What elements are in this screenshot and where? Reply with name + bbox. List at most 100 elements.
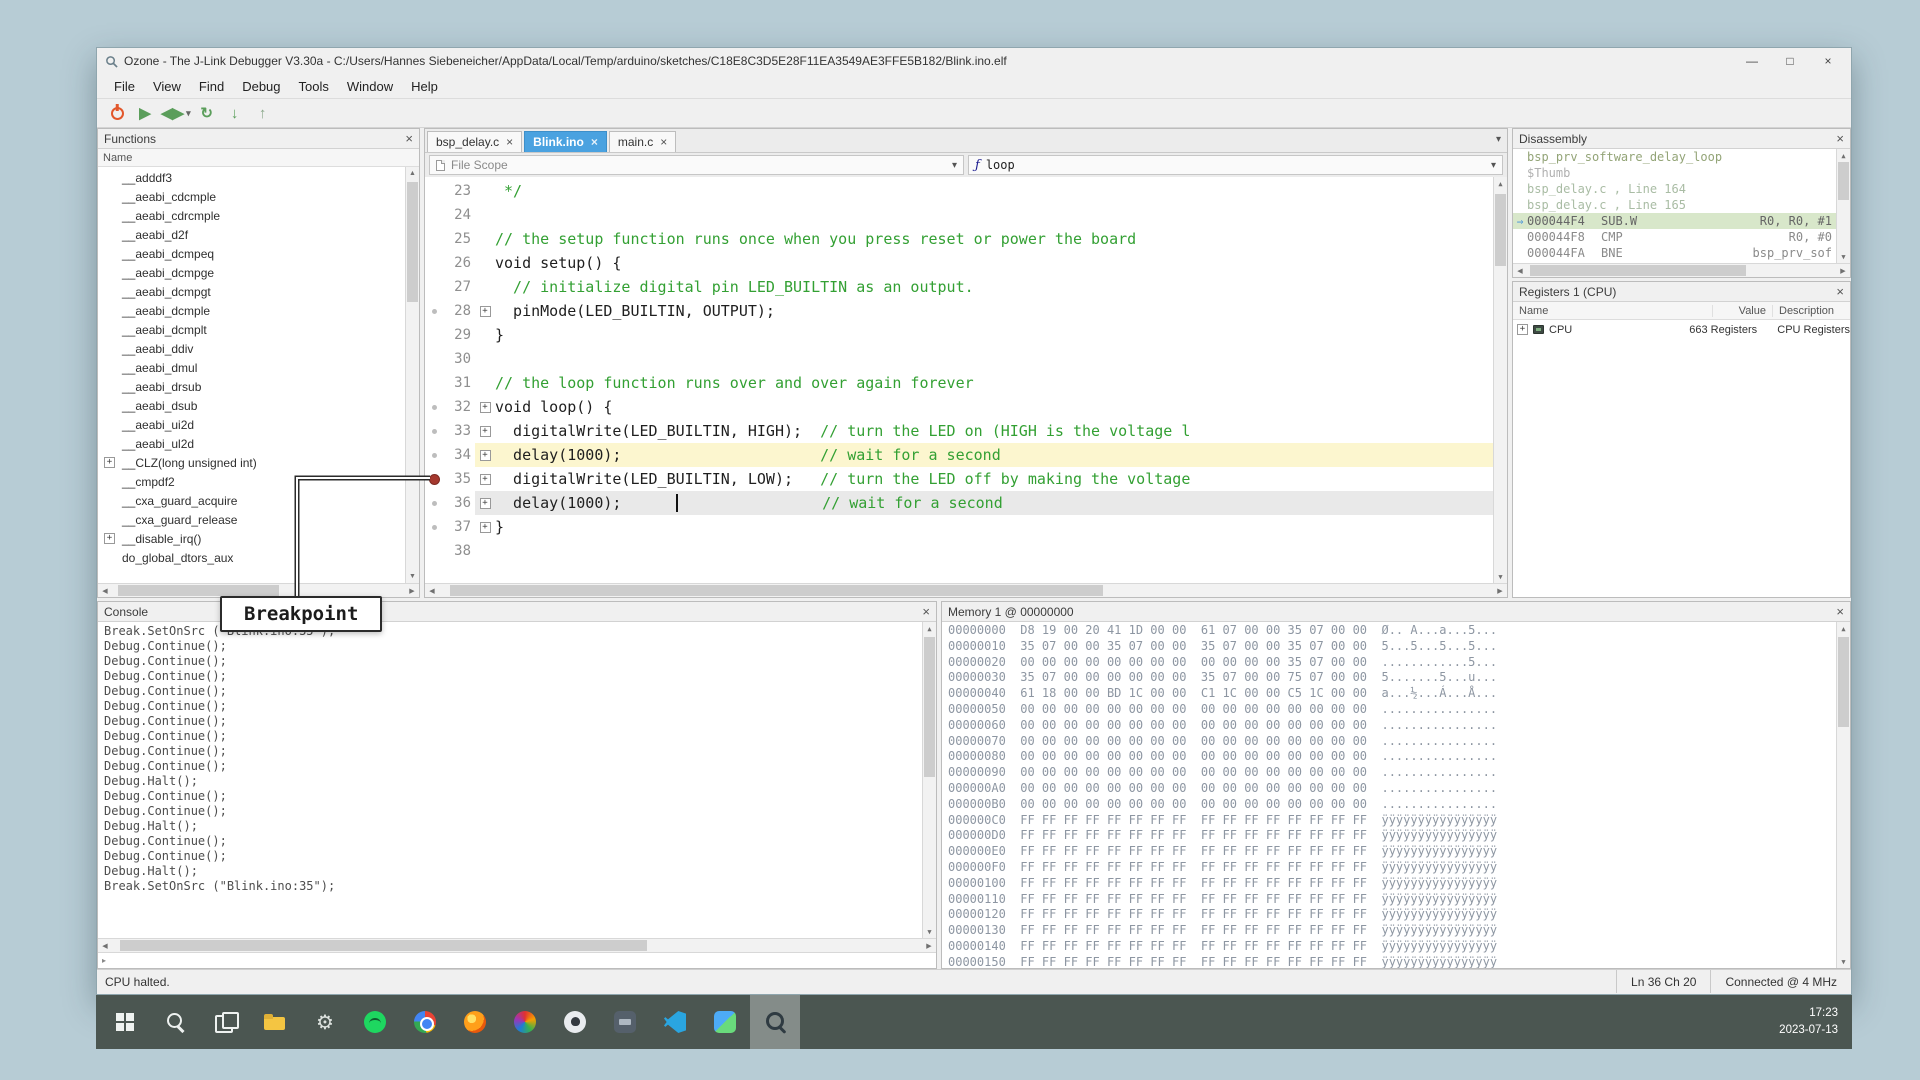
code-editor[interactable]: 23 */2425// the setup function runs once… [425, 177, 1507, 583]
functions-hscrollbar[interactable]: ◀▶ [98, 583, 419, 597]
code-line-38[interactable]: 38 [425, 539, 1507, 563]
scrollbar-thumb[interactable] [120, 940, 647, 951]
menu-debug[interactable]: Debug [233, 74, 289, 98]
github-icon[interactable] [550, 995, 600, 1049]
code-line-28[interactable]: 28+ pinMode(LED_BUILTIN, OUTPUT); [425, 299, 1507, 323]
code-line-35[interactable]: 35+ digitalWrite(LED_BUILTIN, LOW); // t… [425, 467, 1507, 491]
task-view-button[interactable] [200, 995, 250, 1049]
code-line-37[interactable]: 37+} [425, 515, 1507, 539]
firefox-icon[interactable] [450, 995, 500, 1049]
vertical-scrollbar[interactable]: ▲▼ [1836, 149, 1850, 263]
scroll-left-icon[interactable]: ◀ [98, 939, 112, 952]
start-button[interactable] [100, 995, 150, 1049]
minimize-button[interactable]: — [1733, 50, 1771, 72]
scroll-down-icon[interactable]: ▼ [406, 570, 419, 583]
registers-column-value[interactable]: Value [1713, 305, 1773, 317]
vertical-scrollbar[interactable]: ▲▼ [922, 622, 936, 938]
function-list-item[interactable]: __aeabi_cdcmple [98, 187, 419, 206]
tab-close-icon[interactable]: × [660, 136, 667, 148]
tab-blink-ino[interactable]: Blink.ino× [524, 131, 607, 152]
function-list-item[interactable]: __aeabi_d2f [98, 225, 419, 244]
menu-tools[interactable]: Tools [290, 74, 338, 98]
tab-close-icon[interactable]: × [591, 136, 598, 148]
console-hscrollbar[interactable]: ◀▶ [98, 938, 936, 952]
code-line-34[interactable]: 34+ delay(1000); // wait for a second [425, 443, 1507, 467]
close-button[interactable]: × [1809, 50, 1847, 72]
scroll-right-icon[interactable]: ▶ [405, 584, 419, 597]
registers-column-name[interactable]: Name [1513, 305, 1713, 317]
expand-icon[interactable]: + [1517, 324, 1528, 335]
scrollbar-thumb[interactable] [450, 585, 1103, 596]
function-list-item[interactable]: __cxa_guard_acquire [98, 491, 419, 510]
function-list-item[interactable]: __aeabi_ul2d [98, 434, 419, 453]
code-line-32[interactable]: 32+void loop() { [425, 395, 1507, 419]
scroll-down-icon[interactable]: ▼ [1837, 955, 1850, 968]
function-list-item[interactable]: __cxa_guard_release [98, 510, 419, 529]
close-icon[interactable]: × [1836, 605, 1844, 618]
scroll-right-icon[interactable]: ▶ [922, 939, 936, 952]
vertical-scrollbar[interactable]: ▲▼ [405, 167, 419, 583]
scroll-up-icon[interactable]: ▲ [1837, 622, 1850, 635]
tab-list-dropdown-icon[interactable]: ▾ [1496, 134, 1501, 145]
functions-name-column-header[interactable]: Name [98, 149, 419, 167]
function-list-item[interactable]: __aeabi_ui2d [98, 415, 419, 434]
scrollbar-thumb[interactable] [924, 637, 935, 777]
chrome-icon[interactable] [400, 995, 450, 1049]
close-icon[interactable]: × [1836, 285, 1844, 298]
code-line-25[interactable]: 25// the setup function runs once when y… [425, 227, 1507, 251]
function-list-item[interactable]: __aeabi_dmul [98, 358, 419, 377]
scroll-down-icon[interactable]: ▼ [1837, 250, 1850, 263]
spotify-icon[interactable] [350, 995, 400, 1049]
menu-file[interactable]: File [105, 74, 144, 98]
scrollbar-thumb[interactable] [1838, 162, 1849, 200]
expand-icon[interactable]: + [104, 457, 115, 468]
editor-hscrollbar[interactable]: ◀▶ [425, 583, 1507, 597]
scroll-up-icon[interactable]: ▲ [1494, 177, 1507, 190]
expand-icon[interactable]: + [104, 533, 115, 544]
code-fold-icon[interactable]: + [480, 522, 491, 533]
download-button[interactable]: ↓ [223, 101, 247, 125]
scroll-up-icon[interactable]: ▲ [406, 167, 419, 180]
function-list-item[interactable]: __aeabi_cdrcmple [98, 206, 419, 225]
disassembly-hscrollbar[interactable]: ◀▶ [1513, 263, 1850, 277]
code-line-29[interactable]: 29} [425, 323, 1507, 347]
function-list-item[interactable]: __cmpdf2 [98, 472, 419, 491]
scrollbar-thumb[interactable] [1495, 194, 1506, 266]
vertical-scrollbar[interactable]: ▲▼ [1836, 622, 1850, 968]
taskbar-clock[interactable]: 17:23 2023-07-13 [1779, 995, 1838, 1049]
menu-find[interactable]: Find [190, 74, 233, 98]
scrollbar-thumb[interactable] [1838, 637, 1849, 727]
scroll-left-icon[interactable]: ◀ [98, 584, 112, 597]
code-fold-icon[interactable]: + [480, 450, 491, 461]
file-scope-dropdown[interactable]: File Scope ▾ [429, 155, 964, 175]
scroll-down-icon[interactable]: ▼ [923, 925, 936, 938]
function-list-item[interactable]: __aeabi_dcmpge [98, 263, 419, 282]
function-list-item[interactable]: __aeabi_dsub [98, 396, 419, 415]
scrollbar-thumb[interactable] [1530, 265, 1746, 276]
resume-button[interactable]: ▶ [133, 101, 157, 125]
magnifier-icon[interactable] [750, 995, 800, 1049]
scroll-up-icon[interactable]: ▲ [923, 622, 936, 635]
scroll-right-icon[interactable]: ▶ [1493, 584, 1507, 597]
register-row-cpu[interactable]: + CPU 663 Registers CPU Registers [1513, 320, 1850, 339]
disassembly-row[interactable]: 000044FABNEbsp_prv_sof [1513, 245, 1836, 261]
function-list-item[interactable]: do_global_dtors_aux [98, 548, 419, 567]
scroll-down-icon[interactable]: ▼ [1494, 570, 1507, 583]
function-list-item[interactable]: __aeabi_drsub [98, 377, 419, 396]
function-list-item[interactable]: __aeabi_ddiv [98, 339, 419, 358]
scrollbar-thumb[interactable] [407, 182, 418, 302]
reset-button[interactable]: ↻ [195, 101, 219, 125]
photos-icon[interactable] [700, 995, 750, 1049]
code-line-27[interactable]: 27 // initialize digital pin LED_BUILTIN… [425, 275, 1507, 299]
code-fold-icon[interactable]: + [480, 474, 491, 485]
registers-column-description[interactable]: Description [1773, 305, 1850, 317]
scroll-up-icon[interactable]: ▲ [1837, 149, 1850, 162]
tab-bsp-delay-c[interactable]: bsp_delay.c× [427, 131, 522, 152]
title-bar[interactable]: Ozone - The J-Link Debugger V3.30a - C:/… [97, 48, 1851, 74]
code-line-26[interactable]: 26void setup() { [425, 251, 1507, 275]
code-fold-icon[interactable]: + [480, 426, 491, 437]
search-button[interactable] [150, 995, 200, 1049]
close-icon[interactable]: × [922, 605, 930, 618]
function-list-item[interactable]: __adddf3 [98, 168, 419, 187]
code-line-30[interactable]: 30 [425, 347, 1507, 371]
